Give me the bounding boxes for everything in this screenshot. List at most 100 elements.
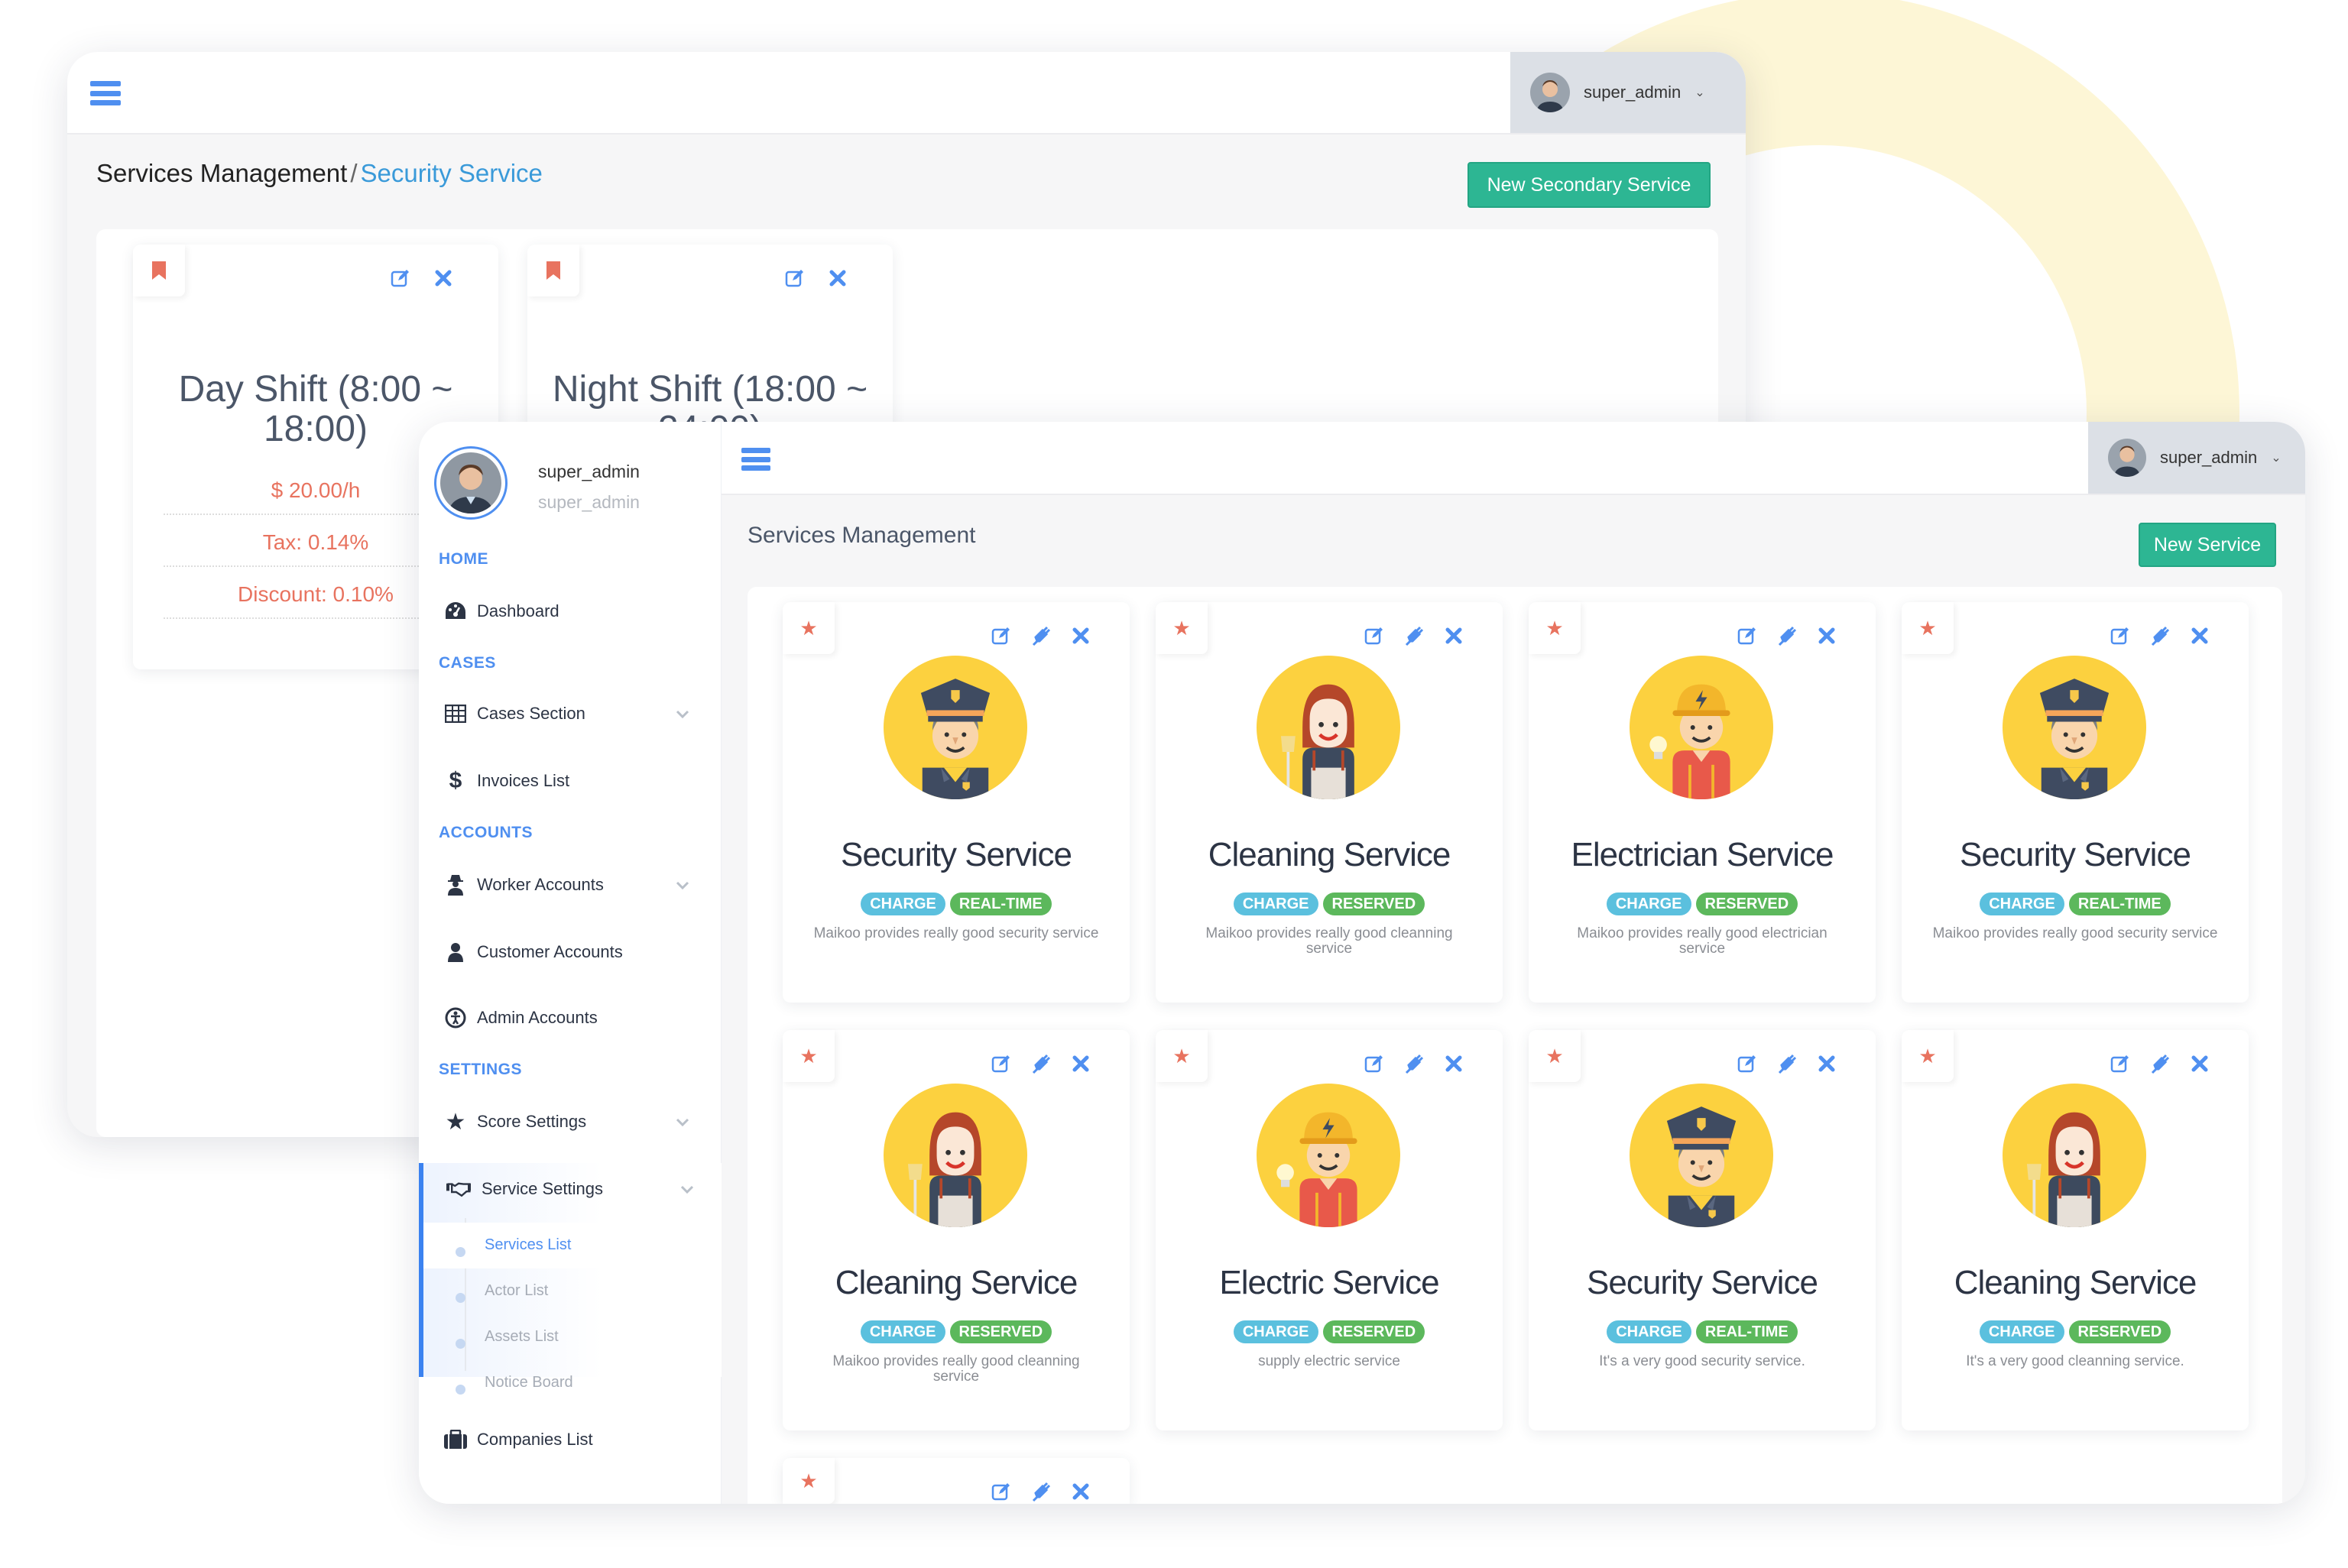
security-avatar-image	[1630, 1084, 1773, 1227]
plug-icon[interactable]	[1776, 1053, 1798, 1074]
edit-icon[interactable]	[390, 267, 411, 289]
plug-icon[interactable]	[2149, 625, 2171, 646]
delete-icon[interactable]	[433, 267, 454, 289]
plug-icon[interactable]	[1030, 1481, 1052, 1502]
delete-icon[interactable]	[1070, 1481, 1091, 1502]
sidebar-subitem-notice-board[interactable]: Notice Board	[485, 1374, 573, 1391]
user-icon	[443, 940, 468, 964]
sidebar-item-service-settings[interactable]: Service Settings	[419, 1172, 721, 1206]
worker-icon	[443, 873, 468, 897]
star-icon: ★	[799, 616, 818, 640]
handshake-icon	[446, 1177, 471, 1201]
service-description: Maikoo provides really good security ser…	[813, 925, 1099, 941]
briefcase-icon	[443, 1427, 468, 1452]
edit-icon[interactable]	[2110, 625, 2131, 646]
edit-icon[interactable]	[1364, 625, 1385, 646]
service-title: Cleaning Service	[835, 1264, 1078, 1301]
service-card[interactable]: ★ Electric Service CHARGE RESERVED supply…	[1156, 1030, 1503, 1430]
delete-icon[interactable]	[1443, 1053, 1464, 1074]
favorite-tab[interactable]: ★	[1156, 602, 1208, 654]
sidebar-item-worker-accounts[interactable]: Worker Accounts	[419, 868, 721, 902]
service-title: Security Service	[841, 836, 1072, 873]
edit-icon[interactable]	[991, 1053, 1012, 1074]
electric-avatar-image	[1630, 656, 1773, 799]
plug-icon[interactable]	[1030, 625, 1052, 646]
badge-group: CHARGE RESERVED	[1529, 893, 1876, 915]
sidebar-item-label: Service Settings	[482, 1179, 603, 1198]
dashboard-icon	[443, 599, 468, 624]
sidebar-item-companies-list[interactable]: Companies List	[419, 1423, 721, 1456]
service-card[interactable]: ★ Cleaning Service CHARGE RESERVED Maikoo…	[783, 1030, 1130, 1430]
bullet-icon	[456, 1339, 465, 1349]
sidebar-item-customer-accounts[interactable]: Customer Accounts	[419, 935, 721, 969]
favorite-tab[interactable]: ★	[1529, 1030, 1581, 1082]
status-badge: RESERVED	[1322, 893, 1425, 915]
edit-icon[interactable]	[2110, 1053, 2131, 1074]
delete-icon[interactable]	[1443, 625, 1464, 646]
sidebar-item-score-settings[interactable]: ★ Score Settings	[419, 1105, 721, 1139]
favorite-tab[interactable]: ★	[783, 1458, 835, 1504]
delete-icon[interactable]	[1816, 625, 1837, 646]
delete-icon[interactable]	[2189, 1053, 2210, 1074]
favorite-tab[interactable]: ★	[1156, 1030, 1208, 1082]
sidebar-subitem-assets-list[interactable]: Assets List	[485, 1328, 559, 1346]
edit-icon[interactable]	[991, 625, 1012, 646]
service-description: It's a very good security service.	[1599, 1353, 1805, 1369]
star-icon: ★	[1172, 1044, 1191, 1067]
cleaning-avatar-image	[884, 1084, 1027, 1227]
service-card[interactable]: ★ Cleaning Service CHARGE RESERVED It's a…	[1902, 1030, 2249, 1430]
delete-icon[interactable]	[1816, 1053, 1837, 1074]
delete-icon[interactable]	[827, 267, 848, 289]
breadcrumb-root[interactable]: Services Management	[96, 159, 347, 187]
badge-group: CHARGE REAL-TIME	[1529, 1320, 1876, 1343]
sidebar-item-invoices-list[interactable]: $ Invoices List	[419, 764, 721, 798]
top-bar: super_admin ⌄	[722, 422, 2305, 495]
cleaning-avatar-image	[1257, 656, 1400, 799]
service-card[interactable]: ★ Electrician Service CHARGE RESERVED Mai…	[1529, 602, 1876, 1003]
sidebar-subitem-actor-list[interactable]: Actor List	[485, 1282, 548, 1300]
active-sub-bg	[423, 1223, 722, 1268]
sidebar-item-dashboard[interactable]: Dashboard	[419, 594, 721, 628]
services-panel: ★ Security Service CHARGE REAL-TIME Maiko…	[748, 587, 2282, 1504]
service-title: Security Service	[1960, 836, 2191, 873]
service-card[interactable]: ★ Security Service CHARGE REAL-TIME It's …	[1529, 1030, 1876, 1430]
service-card[interactable]: ★ Security Service CHARGE REAL-TIME Maiko…	[783, 602, 1130, 1003]
delete-icon[interactable]	[2189, 625, 2210, 646]
chevron-down-icon	[676, 1118, 689, 1127]
edit-icon[interactable]	[1737, 625, 1758, 646]
sidebar: super_admin super_admin HOME Dashboard C…	[419, 422, 722, 1504]
profile-name: super_admin	[538, 462, 640, 481]
new-service-button[interactable]: New Service	[2139, 523, 2276, 567]
plug-icon[interactable]	[1403, 625, 1425, 646]
plug-icon[interactable]	[2149, 1053, 2171, 1074]
sidebar-subitem-services-list[interactable]: Services List	[485, 1236, 571, 1254]
star-icon: ★	[799, 1044, 818, 1067]
favorite-tab[interactable]: ★	[783, 1030, 835, 1082]
edit-icon[interactable]	[1364, 1053, 1385, 1074]
service-card[interactable]: ★ Cleaning Service CHARGE RESERVED Maikoo…	[1156, 602, 1503, 1003]
bullet-icon	[456, 1385, 465, 1395]
chevron-down-icon: ⌄	[2271, 452, 2282, 465]
plug-icon[interactable]	[1403, 1053, 1425, 1074]
plug-icon[interactable]	[1776, 625, 1798, 646]
section-settings: SETTINGS	[439, 1061, 523, 1078]
edit-icon[interactable]	[784, 267, 806, 289]
service-card[interactable]: ★	[783, 1458, 1130, 1504]
edit-icon[interactable]	[991, 1481, 1012, 1502]
menu-toggle-icon[interactable]	[741, 448, 770, 471]
plug-icon[interactable]	[1030, 1053, 1052, 1074]
new-secondary-service-button[interactable]: New Secondary Service	[1468, 162, 1711, 208]
favorite-tab[interactable]: ★	[1902, 602, 1954, 654]
delete-icon[interactable]	[1070, 625, 1091, 646]
sidebar-item-admin-accounts[interactable]: Admin Accounts	[419, 1001, 721, 1035]
sidebar-item-cases-section[interactable]: Cases Section	[419, 697, 721, 731]
service-card[interactable]: ★ Security Service CHARGE REAL-TIME Maiko…	[1902, 602, 2249, 1003]
favorite-tab[interactable]: ★	[1529, 602, 1581, 654]
user-menu[interactable]: super_admin ⌄	[2088, 422, 2305, 494]
user-menu[interactable]: super_admin ⌄	[1510, 52, 1746, 133]
menu-toggle-icon[interactable]	[90, 81, 121, 105]
edit-icon[interactable]	[1737, 1053, 1758, 1074]
favorite-tab[interactable]: ★	[1902, 1030, 1954, 1082]
delete-icon[interactable]	[1070, 1053, 1091, 1074]
favorite-tab[interactable]: ★	[783, 602, 835, 654]
